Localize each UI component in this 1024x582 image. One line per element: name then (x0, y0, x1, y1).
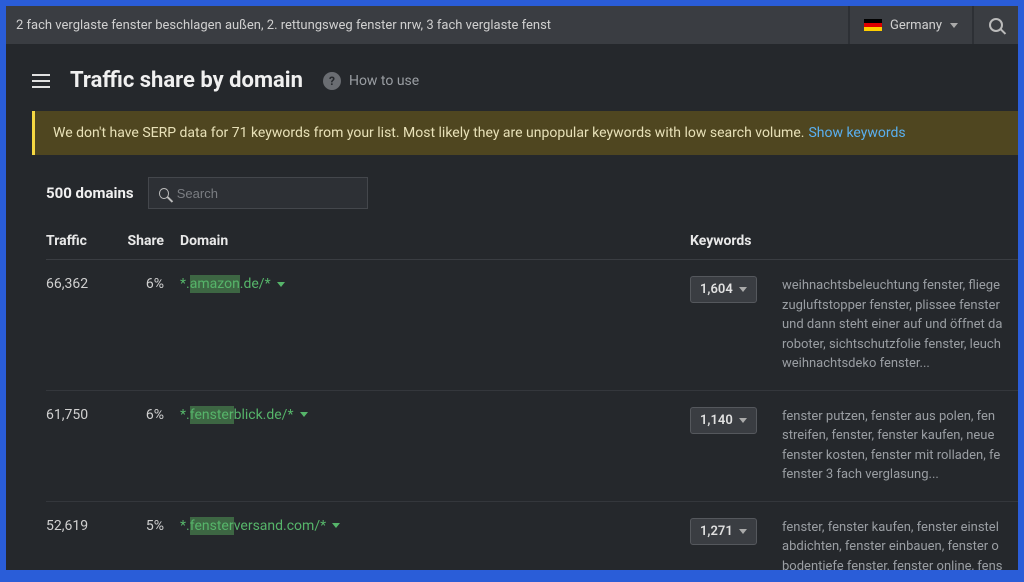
search-button[interactable] (974, 6, 1018, 44)
chevron-down-icon[interactable] (277, 282, 285, 287)
menu-icon[interactable] (32, 74, 50, 88)
page-header: Traffic share by domain ? How to use (6, 44, 1018, 111)
question-icon: ? (323, 72, 341, 90)
country-label: Germany (890, 18, 942, 33)
domain-link[interactable]: *.fensterversand.com/* (180, 518, 326, 534)
table-row: 66,362 6% *.amazon.de/* 1,604 weihnachts… (46, 260, 1018, 391)
share-value: 6% (118, 276, 180, 292)
page-title: Traffic share by domain (70, 68, 303, 93)
keywords-preview: fenster, fenster kaufen, fenster einstel… (770, 518, 1018, 571)
show-keywords-link[interactable]: Show keywords (808, 125, 905, 141)
controls-row: 500 domains (6, 155, 1018, 223)
chevron-down-icon (739, 418, 747, 423)
domain-count: 500 domains (46, 184, 134, 202)
table-header: Traffic Share Domain Keywords (46, 223, 1018, 260)
domain-search-input[interactable] (177, 186, 357, 201)
traffic-value: 61,750 (46, 407, 118, 423)
col-domain[interactable]: Domain (180, 233, 690, 249)
chevron-down-icon[interactable] (300, 412, 308, 417)
col-keywords[interactable]: Keywords (690, 233, 770, 249)
keywords-preview: fenster putzen, fenster aus polen, fen s… (770, 407, 1018, 485)
table-row: 61,750 6% *.fensterblick.de/* 1,140 fens… (46, 391, 1018, 502)
share-value: 5% (118, 518, 180, 534)
search-icon (159, 188, 169, 199)
top-bar: 2 fach verglaste fenster beschlagen auße… (6, 6, 1018, 44)
keywords-count: 1,140 (700, 413, 733, 428)
col-traffic[interactable]: Traffic (46, 233, 118, 249)
keywords-count: 1,271 (700, 524, 733, 539)
table-row: 52,619 5% *.fensterversand.com/* 1,271 f… (46, 502, 1018, 571)
traffic-value: 52,619 (46, 518, 118, 534)
domain-search-box[interactable] (148, 177, 368, 209)
chevron-down-icon (950, 23, 958, 28)
alert-banner: We don't have SERP data for 71 keywords … (32, 111, 1018, 155)
domain-link[interactable]: *.fensterblick.de/* (180, 407, 294, 423)
flag-germany-icon (864, 19, 882, 31)
how-to-use-link[interactable]: ? How to use (323, 72, 419, 90)
domain-link[interactable]: *.amazon.de/* (180, 276, 271, 292)
chevron-down-icon (739, 529, 747, 534)
keywords-count-button[interactable]: 1,271 (690, 518, 757, 545)
traffic-value: 66,362 (46, 276, 118, 292)
chevron-down-icon[interactable] (332, 523, 340, 528)
keywords-preview: weihnachtsbeleuchtung fenster, fliege zu… (770, 276, 1018, 374)
keywords-count: 1,604 (700, 282, 733, 297)
keywords-count-button[interactable]: 1,604 (690, 276, 757, 303)
alert-message: We don't have SERP data for 71 keywords … (53, 125, 804, 141)
share-value: 6% (118, 407, 180, 423)
chevron-down-icon (739, 287, 747, 292)
country-selector[interactable]: Germany (850, 6, 972, 44)
how-to-use-label: How to use (349, 73, 419, 89)
keywords-count-button[interactable]: 1,140 (690, 407, 757, 434)
domains-table: Traffic Share Domain Keywords 66,362 6% … (6, 223, 1018, 570)
search-icon (989, 18, 1003, 32)
col-share[interactable]: Share (118, 233, 180, 249)
keywords-input[interactable]: 2 fach verglaste fenster beschlagen auße… (6, 6, 848, 44)
